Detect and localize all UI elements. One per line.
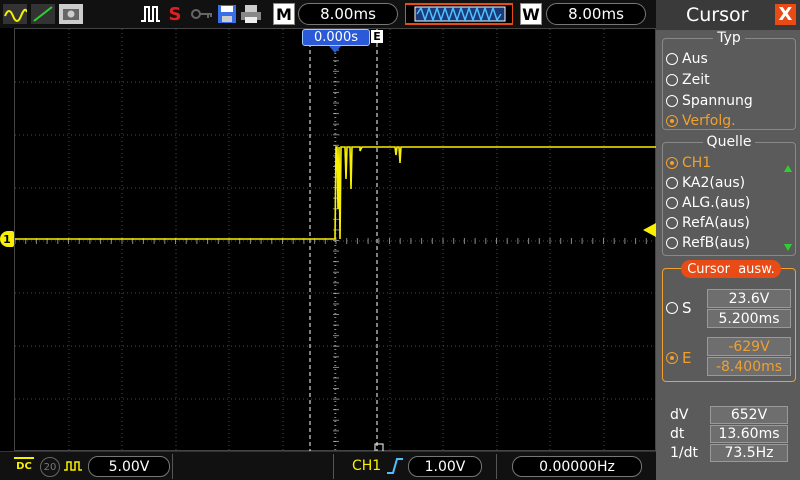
type-option-time[interactable]: Zeit [666, 72, 710, 88]
source-option-label: RefB(aus) [682, 235, 750, 251]
type-option-label: Verfolg. [682, 113, 736, 129]
radio-icon [666, 197, 678, 209]
print-icon[interactable] [240, 3, 262, 25]
bottom-status-bar: DC 20 5.00V CH1 1.00V 0.00000Hz [0, 451, 656, 480]
top-toolbar: S M 8.00ms W 8.00ms [0, 0, 656, 28]
channel1-marker-label: 1 [3, 232, 11, 246]
frequency-display: 0.00000Hz [512, 456, 642, 477]
radio-selected-icon [666, 157, 678, 169]
type-section-title: Typ [713, 30, 745, 46]
camera-icon[interactable] [58, 3, 84, 25]
cursor-select-title: Cursor ausw. [681, 260, 781, 278]
cursor-s-option[interactable]: S [666, 299, 692, 317]
coupling-icon[interactable]: DC [14, 457, 34, 477]
radio-selected-icon [666, 115, 678, 127]
panel-title: Cursor [686, 4, 749, 26]
separator [333, 454, 334, 479]
mode-indicator[interactable]: M [273, 3, 295, 25]
bandwidth-limit-icon[interactable]: 20 [40, 457, 60, 477]
radio-icon [666, 302, 678, 314]
cursor-e-voltage: -629V [707, 337, 791, 356]
source-section: Quelle CH1 KA2(aus) ALG.(aus) RefA(aus) … [662, 134, 796, 256]
trigger-level-display[interactable]: 1.00V [408, 456, 482, 477]
waveform-display[interactable]: 0.000s E [14, 28, 657, 452]
cursor-e-option[interactable]: E [666, 349, 691, 367]
trigger-position-marker[interactable]: 0.000s [302, 29, 370, 46]
trigger-source-label[interactable]: CH1 [352, 458, 381, 474]
type-option-label: Aus [682, 51, 708, 67]
trigger-edge-icon[interactable] [138, 3, 162, 25]
cursor-s-time: 5.200ms [707, 309, 791, 328]
source-option-math[interactable]: ALG.(aus) [666, 195, 750, 211]
channel1-ground-marker[interactable]: 1 [0, 231, 14, 247]
ch1-scale-display[interactable]: 5.00V [88, 456, 170, 477]
cursor-s-label: S [682, 299, 692, 317]
type-option-voltage[interactable]: Spannung [666, 93, 753, 109]
cursor-s-voltage: 23.6V [707, 289, 791, 308]
coupling-label: DC [16, 461, 32, 472]
timebase-display[interactable]: 8.00ms [298, 3, 398, 25]
inverse-dt-label: 1/dt [670, 445, 698, 461]
cursor-menu-panel: Cursor X Typ Aus Zeit Spannung Verfolg. … [656, 0, 800, 480]
waveform-graticule [15, 29, 657, 452]
radio-icon [666, 217, 678, 229]
save-icon[interactable] [216, 3, 238, 25]
invert-icon[interactable] [63, 458, 83, 478]
radio-icon [666, 177, 678, 189]
cursor-e-label: E [682, 349, 692, 367]
type-section: Typ Aus Zeit Spannung Verfolg. [662, 30, 796, 130]
type-option-off[interactable]: Aus [666, 51, 708, 67]
source-option-refa[interactable]: RefA(aus) [666, 215, 750, 231]
dv-label: dV [670, 407, 689, 423]
source-option-label: RefA(aus) [682, 215, 750, 231]
radio-icon [666, 95, 678, 107]
type-option-label: Spannung [682, 93, 753, 109]
type-option-label: Zeit [682, 72, 710, 88]
source-option-ch1[interactable]: CH1 [666, 155, 711, 171]
scroll-up-icon[interactable] [784, 165, 792, 172]
trigger-rising-edge-icon[interactable] [386, 457, 404, 479]
cursor-e-marker-label: E [373, 30, 381, 43]
stop-icon[interactable]: S [166, 3, 184, 25]
cursor-e-marker[interactable]: E [371, 30, 383, 43]
separator [496, 454, 497, 479]
window-timebase-display[interactable]: 8.00ms [546, 3, 646, 25]
radio-icon [666, 237, 678, 249]
source-option-label: ALG.(aus) [682, 195, 751, 211]
separator [172, 454, 173, 479]
type-option-track[interactable]: Verfolg. [666, 113, 736, 129]
dt-label: dt [670, 426, 685, 442]
cursor-select-section: Cursor ausw. S 23.6V 5.200ms E -629V -8.… [662, 260, 796, 382]
trigger-position-label: 0.000s [314, 30, 358, 45]
radio-selected-icon [666, 352, 678, 364]
waveform-green-icon[interactable] [30, 3, 56, 25]
source-option-label: CH1 [682, 155, 712, 171]
inverse-dt-value: 73.5Hz [710, 444, 788, 462]
key-icon[interactable] [190, 3, 214, 25]
memory-overview-icon[interactable] [404, 3, 514, 25]
bandwidth-limit-label: 20 [43, 461, 57, 473]
trigger-position-arrow-icon [329, 46, 341, 53]
dt-value: 13.60ms [710, 425, 788, 443]
waveform-yellow-icon[interactable] [2, 3, 28, 25]
source-section-title: Quelle [702, 134, 756, 150]
trigger-level-marker-icon[interactable] [643, 223, 656, 237]
radio-icon [666, 74, 678, 86]
radio-icon [666, 53, 678, 65]
cursor-e-time: -8.400ms [707, 357, 791, 376]
window-indicator[interactable]: W [520, 3, 542, 25]
dv-value: 652V [710, 406, 788, 424]
source-option-ch2[interactable]: KA2(aus) [666, 175, 745, 191]
close-button[interactable]: X [775, 4, 796, 25]
scroll-down-icon[interactable] [784, 244, 792, 251]
panel-header: Cursor X [656, 0, 800, 30]
source-option-label: KA2(aus) [682, 175, 746, 191]
source-option-refb[interactable]: RefB(aus) [666, 235, 750, 251]
